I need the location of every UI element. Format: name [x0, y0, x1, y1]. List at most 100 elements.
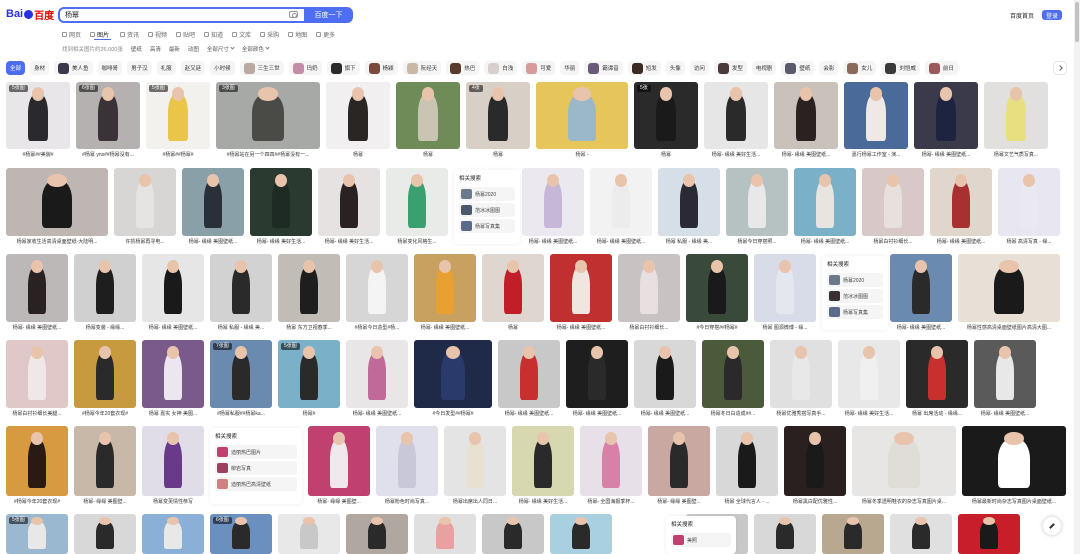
- image-result-card[interactable]: 杨幂: [326, 82, 390, 159]
- result-caption[interactable]: 杨幂- 缘缘 美图壁纸...: [566, 410, 628, 418]
- result-thumbnail[interactable]: [962, 426, 1066, 496]
- result-caption[interactable]: 杨幂变装 - 缘缘...: [74, 324, 136, 332]
- result-thumbnail[interactable]: [6, 426, 68, 496]
- search-input[interactable]: [60, 9, 260, 21]
- image-result-card[interactable]: 杨幂冬季透明鞋衣的杂志写真图片桌...: [852, 426, 956, 506]
- image-result-card[interactable]: 杨幂家收生活高清桌面壁纸-大陆明...: [6, 168, 108, 246]
- result-thumbnail[interactable]: [308, 426, 370, 496]
- result-thumbnail[interactable]: [522, 168, 584, 236]
- tab-4[interactable]: 贴吧: [176, 30, 195, 39]
- image-result-card[interactable]: 杨幂- 缘缘 美图壁纸...: [346, 340, 408, 418]
- related-search-item[interactable]: 杨幂2020: [459, 187, 515, 201]
- image-result-card[interactable]: [958, 514, 1020, 554]
- image-result-card[interactable]: 杨幂- 缘缘 美图壁...: [308, 426, 370, 506]
- image-result-card[interactable]: #杨幂今年20套衣现#: [6, 426, 68, 506]
- image-result-card[interactable]: 杨幂冬日白造成##...: [702, 340, 764, 418]
- result-thumbnail[interactable]: [838, 340, 900, 408]
- result-thumbnail[interactable]: 4张: [466, 82, 530, 149]
- tab-2[interactable]: 资讯: [120, 30, 139, 39]
- image-result-card[interactable]: 杨幂文艺气质写真...: [984, 82, 1048, 159]
- result-caption[interactable]: #杨幂 yns##杨幂没有...: [76, 151, 140, 159]
- result-thumbnail[interactable]: 5张: [634, 82, 698, 149]
- image-result-card[interactable]: 杨幂- 缘缘 美图壁纸...: [974, 340, 1036, 418]
- related-search-item[interactable]: 杨幂写真集: [827, 305, 883, 319]
- image-result-card[interactable]: 杨幂- 缘缘 美图壁纸...: [550, 254, 612, 332]
- result-thumbnail[interactable]: [852, 426, 956, 496]
- result-thumbnail[interactable]: [862, 168, 924, 236]
- result-thumbnail[interactable]: [844, 82, 908, 149]
- image-result-card[interactable]: 杨幂 -: [536, 82, 628, 159]
- keyword-chip[interactable]: 旗下: [326, 61, 360, 75]
- keyword-chip[interactable]: 发型: [713, 61, 747, 75]
- result-thumbnail[interactable]: [512, 426, 574, 496]
- result-caption[interactable]: #杨幂##美貌#: [6, 151, 70, 159]
- image-result-card[interactable]: [142, 514, 204, 554]
- result-thumbnail[interactable]: 5张图: [278, 340, 340, 408]
- keyword-chip[interactable]: 访问: [689, 61, 709, 75]
- image-result-card[interactable]: 杨幂最新时尚杂志写真图片桌面壁纸...: [962, 426, 1066, 506]
- page-scrollbar[interactable]: [1074, 0, 1080, 554]
- result-caption[interactable]: 杨幂变化风格生...: [386, 238, 448, 246]
- result-caption[interactable]: 杨幂- 缘缘 美图壁纸...: [930, 238, 992, 246]
- related-search-item[interactable]: 迪丽热巴图片: [215, 445, 297, 459]
- keyword-chip[interactable]: 华丽: [560, 61, 580, 75]
- result-thumbnail[interactable]: [396, 82, 460, 149]
- image-result-card[interactable]: 杨幂 图源微博 - 缘...: [754, 254, 816, 332]
- result-thumbnail[interactable]: [278, 514, 340, 554]
- result-caption[interactable]: 杨幂- 缘缘 美图壁纸...: [550, 324, 612, 332]
- result-thumbnail[interactable]: [250, 168, 312, 236]
- related-search-item[interactable]: 美照: [671, 533, 731, 547]
- scrollbar-thumb[interactable]: [1075, 2, 1079, 42]
- result-caption[interactable]: 杨幂- 全国海报季杯...: [580, 498, 642, 506]
- result-thumbnail[interactable]: [414, 340, 492, 408]
- result-caption[interactable]: 杨幂 图源微博 - 缘...: [754, 324, 816, 332]
- result-thumbnail[interactable]: [346, 514, 408, 554]
- result-thumbnail[interactable]: [774, 82, 838, 149]
- result-caption[interactable]: 杨幂出席出人同日...: [444, 498, 506, 506]
- image-result-card[interactable]: 杨幂出席出人同日...: [444, 426, 506, 506]
- result-caption[interactable]: 杨幂- 缘缘 美好生活...: [512, 498, 574, 506]
- result-caption[interactable]: 嘉行杨幂工作室 - 演...: [844, 151, 908, 159]
- filter-animated[interactable]: 动图: [188, 45, 199, 53]
- image-result-card[interactable]: 杨幂白衬衫细长美腿...: [6, 340, 68, 418]
- result-caption[interactable]: 杨幂- 缘缘 美图壁纸...: [142, 324, 204, 332]
- result-thumbnail[interactable]: [998, 168, 1060, 236]
- keyword-chip[interactable]: 赵又廷: [180, 61, 206, 75]
- image-result-card[interactable]: 5张图 杨幂#: [278, 340, 340, 418]
- image-result-card[interactable]: 杨幂- 缘缘 美图壁纸...: [498, 340, 560, 418]
- image-result-card[interactable]: 杨幂- 缘缘 美好生活...: [318, 168, 380, 246]
- result-caption[interactable]: 杨幂 私服 - 缘缘 美...: [658, 238, 720, 246]
- result-caption[interactable]: 杨幂- 缘缘 美好生活...: [704, 151, 768, 159]
- tab-5[interactable]: 知道: [204, 30, 223, 39]
- image-result-card[interactable]: 杨幂- 缘缘 美好生活...: [838, 340, 900, 418]
- image-result-card[interactable]: #杨幂今年20套衣现#: [74, 340, 136, 418]
- result-caption[interactable]: 杨幂- 缘缘 美好生活...: [250, 238, 312, 246]
- result-caption[interactable]: 杨幂白衬衫细长...: [862, 238, 924, 246]
- result-thumbnail[interactable]: [686, 254, 748, 322]
- image-result-card[interactable]: 杨幂- 缘缘 美好生活...: [250, 168, 312, 246]
- image-result-card[interactable]: 杨幂- 缘缘 美好生活...: [512, 426, 574, 506]
- result-caption[interactable]: #杨幂今年20套衣现#: [6, 498, 68, 506]
- result-thumbnail[interactable]: [958, 514, 1020, 554]
- image-result-card[interactable]: 杨幂- 缘缘 美图壁纸...: [414, 254, 476, 332]
- login-button[interactable]: 登录: [1042, 10, 1062, 20]
- image-result-card[interactable]: 6张图 #杨幂 yns##杨幂没有...: [76, 82, 140, 159]
- tab-7[interactable]: 采购: [260, 30, 279, 39]
- result-thumbnail[interactable]: [326, 82, 390, 149]
- image-result-card[interactable]: #杨幂今日造型#杨...: [346, 254, 408, 332]
- image-result-card[interactable]: 杨幂- 缘缘 美图壁...: [648, 426, 710, 506]
- result-caption[interactable]: 杨幂: [466, 151, 530, 159]
- image-result-card[interactable]: 杨幂- 缘缘 美图壁纸...: [634, 340, 696, 418]
- result-thumbnail[interactable]: [444, 426, 506, 496]
- filter-wallpaper[interactable]: 壁纸: [131, 45, 142, 53]
- result-thumbnail[interactable]: [74, 426, 136, 496]
- result-thumbnail[interactable]: 6张图: [76, 82, 140, 149]
- result-thumbnail[interactable]: 5张图: [6, 514, 68, 554]
- result-thumbnail[interactable]: [142, 340, 204, 408]
- filter-hd[interactable]: 高清: [150, 45, 161, 53]
- image-result-card[interactable]: 杨幂变化风格生...: [386, 168, 448, 246]
- image-result-card[interactable]: 杨幂 东方卫视春季...: [278, 254, 340, 332]
- image-result-card[interactable]: [74, 514, 136, 554]
- result-caption[interactable]: 杨幂 高清写真 - 缘...: [998, 238, 1060, 246]
- result-caption[interactable]: 杨幂最新时尚杂志写真图片桌面壁纸...: [962, 498, 1066, 506]
